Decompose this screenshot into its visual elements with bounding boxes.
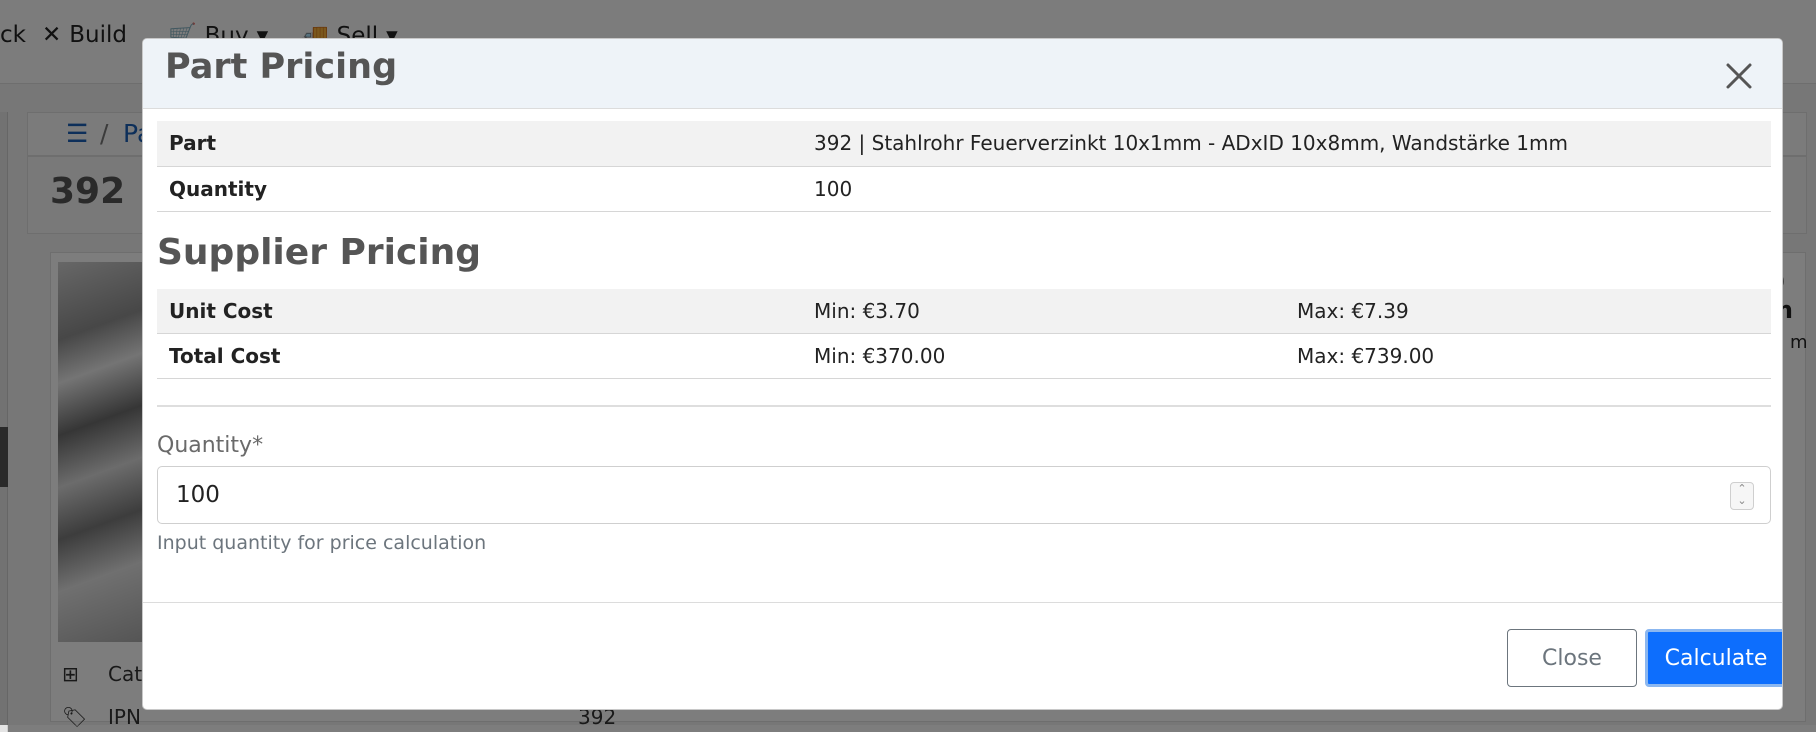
part-info-table: Part 392 | Stahlrohr Feuerverzinkt 10x1m… xyxy=(157,121,1771,212)
table-row: Total Cost Min: €370.00 Max: €739.00 xyxy=(157,333,1771,379)
unit-cost-max: Max: €7.39 xyxy=(1285,288,1771,334)
total-cost-min: Min: €370.00 xyxy=(802,333,1285,379)
chevron-down-icon[interactable]: ⌄ xyxy=(1731,495,1753,507)
modal-header: Part Pricing xyxy=(143,39,1782,109)
total-cost-label: Total Cost xyxy=(157,333,802,379)
unit-cost-min: Min: €3.70 xyxy=(802,288,1285,334)
part-value: 392 | Stahlrohr Feuerverzinkt 10x1mm - A… xyxy=(802,121,1771,167)
divider xyxy=(157,405,1771,407)
quantity-value: 100 xyxy=(802,166,1771,212)
quantity-input[interactable] xyxy=(158,467,1770,523)
unit-cost-label: Unit Cost xyxy=(157,288,802,334)
part-label: Part xyxy=(157,121,802,167)
modal-footer: Close Calculate xyxy=(143,602,1782,709)
quantity-help-text: Input quantity for price calculation xyxy=(157,532,487,554)
close-icon[interactable] xyxy=(1722,59,1756,93)
table-row: Quantity 100 xyxy=(157,166,1771,212)
total-cost-max: Max: €739.00 xyxy=(1285,333,1771,379)
part-pricing-modal: Part Pricing Part 392 | Stahlrohr Feuerv… xyxy=(142,38,1783,710)
quantity-stepper[interactable]: ⌃ ⌄ xyxy=(1730,482,1754,510)
calculate-button[interactable]: Calculate xyxy=(1645,629,1782,687)
modal-body: Part 392 | Stahlrohr Feuerverzinkt 10x1m… xyxy=(157,121,1771,554)
close-button[interactable]: Close xyxy=(1507,629,1637,687)
supplier-pricing-table: Unit Cost Min: €3.70 Max: €7.39 Total Co… xyxy=(157,288,1771,379)
supplier-pricing-title: Supplier Pricing xyxy=(157,231,482,273)
table-row: Part 392 | Stahlrohr Feuerverzinkt 10x1m… xyxy=(157,121,1771,167)
quantity-label: Quantity xyxy=(157,166,802,212)
modal-title: Part Pricing xyxy=(165,47,398,87)
quantity-field-label: Quantity* xyxy=(157,433,264,458)
table-row: Unit Cost Min: €3.70 Max: €7.39 xyxy=(157,288,1771,334)
quantity-field: ⌃ ⌄ xyxy=(157,466,1771,524)
